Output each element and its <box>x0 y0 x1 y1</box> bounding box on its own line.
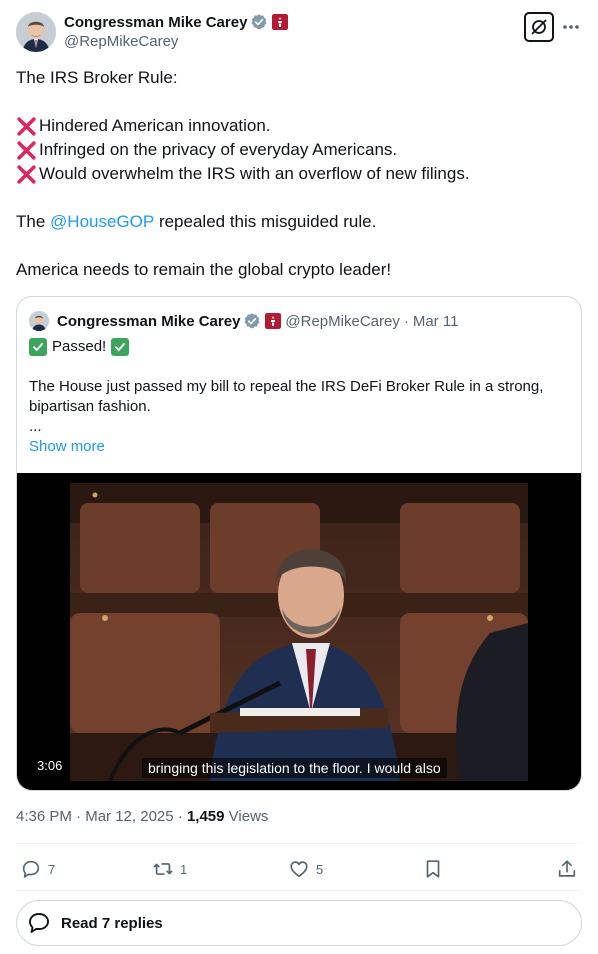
author-handle[interactable]: @RepMikeCarey <box>64 33 288 50</box>
read-replies-icon <box>29 913 49 933</box>
quoted-author-name: Congressman Mike Carey <box>57 312 241 330</box>
meta-separator: · <box>76 808 82 825</box>
repeal-suffix: repealed this misguided rule. <box>154 212 377 231</box>
x-mark-icon <box>17 140 36 160</box>
views-count: 1,459 <box>186 808 225 825</box>
quoted-date: Mar 11 <box>412 312 459 330</box>
congress-flag-icon <box>265 313 282 329</box>
divider <box>16 843 582 844</box>
read-replies-button[interactable]: Read 7 replies <box>16 900 582 946</box>
passed-line: Passed! <box>29 337 569 357</box>
quoted-tweet[interactable]: Congressman Mike Carey @RepMikeCarey · M… <box>16 296 582 791</box>
quoted-author-avatar <box>29 311 49 331</box>
passed-text: Passed! <box>52 338 107 355</box>
quoted-body-text: The House just passed my bill to repeal … <box>29 378 544 415</box>
tweet-repeal-line: The @HouseGOP repealed this misguided ru… <box>16 210 582 234</box>
tweet-point: Would overwhelm the IRS with an overflow… <box>16 162 582 186</box>
repost-icon <box>153 863 173 875</box>
grok-icon <box>531 19 547 35</box>
verified-badge-icon <box>244 313 260 329</box>
repeal-prefix: The <box>16 212 51 231</box>
tweet-time[interactable]: 4:36 PM <box>16 808 72 825</box>
meta-separator: · <box>177 808 183 825</box>
tweet-text: The IRS Broker Rule: Hindered American i… <box>16 66 582 282</box>
tweet-point-text: Hindered American innovation. <box>39 116 271 135</box>
video-player[interactable]: 3:06 bringing this legislation to the fl… <box>17 473 581 790</box>
more-icon <box>563 25 579 29</box>
video-frame-image <box>70 483 528 781</box>
share-icon <box>558 860 576 877</box>
views-label: Views <box>228 808 269 825</box>
repost-count: 1 <box>180 861 188 877</box>
grok-button[interactable] <box>524 12 554 42</box>
action-bar: 7 1 5 <box>16 854 582 884</box>
bookmark-button[interactable] <box>422 854 444 884</box>
share-button[interactable] <box>556 854 578 884</box>
tweet-point: Hindered American innovation. <box>16 114 582 138</box>
tweet-header: Congressman Mike Carey @RepMikeCarey <box>16 12 582 56</box>
quoted-ellipsis: ... <box>29 418 42 435</box>
tweet-point: Infringed on the privacy of everyday Ame… <box>16 138 582 162</box>
reply-icon <box>22 860 40 878</box>
divider <box>16 890 582 891</box>
tweet-meta: 4:36 PM · Mar 12, 2025 · 1,459 Views <box>16 808 268 825</box>
tweet-point-text: Infringed on the privacy of everyday Ame… <box>39 140 398 159</box>
x-mark-icon <box>17 116 36 136</box>
quoted-tweet-body: Passed! The House just passed my bill to… <box>29 337 569 457</box>
video-duration: 3:06 <box>30 756 70 775</box>
x-mark-icon <box>17 164 36 184</box>
tweet-date[interactable]: Mar 12, 2025 <box>85 808 173 825</box>
tweet-intro: The IRS Broker Rule: <box>16 68 178 87</box>
tweet-closing: America needs to remain the global crypt… <box>16 260 392 279</box>
quoted-tweet-header: Congressman Mike Carey @RepMikeCarey · M… <box>29 311 458 331</box>
congress-flag-icon[interactable] <box>272 14 289 30</box>
author-name[interactable]: Congressman Mike Carey <box>64 14 247 31</box>
repost-button[interactable]: 1 <box>152 854 187 884</box>
like-icon <box>290 861 308 878</box>
bookmark-icon <box>426 860 440 878</box>
quoted-separator: · <box>403 312 409 330</box>
mention-link[interactable]: @HouseGOP <box>50 210 154 234</box>
author-info: Congressman Mike Carey @RepMikeCarey <box>64 12 289 50</box>
quoted-author-handle: @RepMikeCarey <box>285 312 400 330</box>
author-avatar[interactable] <box>16 12 56 52</box>
like-count: 5 <box>316 861 324 877</box>
reply-button[interactable]: 7 <box>20 854 55 884</box>
check-mark-icon <box>111 338 130 356</box>
more-options-button[interactable] <box>560 16 582 38</box>
video-caption: bringing this legislation to the floor. … <box>142 758 447 778</box>
show-more-link[interactable]: Show more <box>29 437 569 457</box>
check-mark-icon <box>29 338 47 356</box>
verified-badge-icon[interactable] <box>250 13 268 31</box>
reply-count: 7 <box>48 861 56 877</box>
read-replies-label: Read 7 replies <box>61 914 163 932</box>
like-button[interactable]: 5 <box>288 854 323 884</box>
tweet-point-text: Would overwhelm the IRS with an overflow… <box>39 164 470 183</box>
